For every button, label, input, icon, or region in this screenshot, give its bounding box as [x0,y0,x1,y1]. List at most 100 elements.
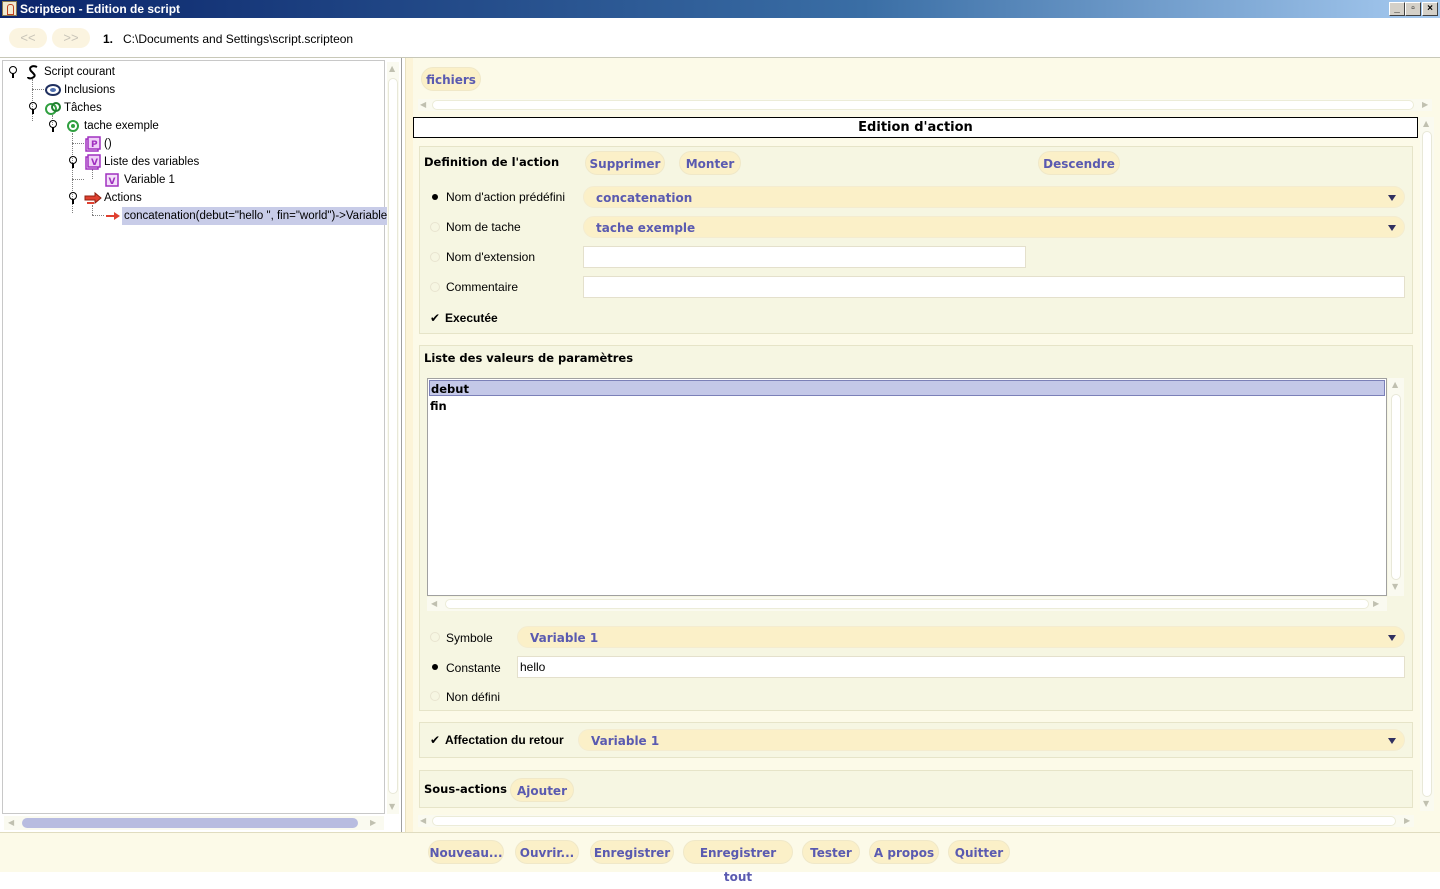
tree-label: Variable 1 [124,174,175,186]
expand-key-icon[interactable] [47,120,58,132]
tree-node-actions[interactable]: Actions [3,189,383,207]
tree-vertical-scrollbar[interactable]: ▲ ▼ [387,62,399,814]
chevron-down-icon [1388,738,1396,744]
action-arrow-icon [105,209,121,225]
predef-action-combo[interactable]: concatenation [583,186,1405,208]
tree-horizontal-scrollbar[interactable]: ◀ ▶ [4,816,384,830]
tree-label: Inclusions [64,84,116,96]
constante-radio[interactable] [430,662,440,672]
tree-node-taches[interactable]: Tâches [3,99,383,117]
list-item[interactable]: debut [429,380,1385,396]
symbole-label: Symbole [446,631,493,645]
enregistrer-tout-button[interactable]: Enregistrer tout [683,840,793,884]
chevron-down-icon [1388,635,1396,641]
params-horizontal-scrollbar[interactable]: ◀ ▶ [427,597,1387,611]
tab-fichiers[interactable]: fichiers [421,67,481,91]
list-item[interactable]: fin [429,398,1385,414]
nouveau-button[interactable]: Nouveau... [428,840,504,864]
history-forward-button[interactable]: >> [52,28,90,48]
splitter[interactable] [405,58,413,832]
close-button[interactable]: × [1422,2,1438,16]
tree-node-variable-1[interactable]: V Variable 1 [3,171,383,189]
extension-input[interactable] [583,246,1026,268]
taches-icon [45,100,61,116]
nondefini-label: Non défini [446,690,501,704]
window-titlebar: Scripteon - Edition de script _ ▫ × [0,0,1440,18]
editor-vertical-scrollbar[interactable]: ▲ ▼ [1420,117,1434,811]
expand-key-icon[interactable] [7,66,18,78]
tree-label: Actions [104,192,142,204]
descendre-button[interactable]: Descendre [1038,151,1120,175]
tree-node-liste-variables[interactable]: V Liste des variables [3,153,383,171]
tree-label: Liste des variables [104,156,200,168]
apropos-button[interactable]: A propos [869,840,939,864]
params-list: debut fin [427,378,1387,596]
tree-node-tache-exemple[interactable]: tache exemple [3,117,383,135]
editor-horizontal-scrollbar[interactable]: ◀ ▶ [418,815,1414,827]
actions-arrows-icon [84,190,102,206]
retour-checkbox[interactable]: ✔ [430,733,440,747]
predef-label: Nom d'action prédéfini [446,190,566,204]
java-app-icon [2,1,17,16]
params-title: Liste des valeurs de paramètres [424,351,634,365]
constante-input[interactable]: hello [517,656,1405,678]
script-tree: Script courant Inclusions Tâches tache e… [2,60,390,814]
combo-value: tache exemple [596,221,696,235]
variable-icon: V [105,173,121,189]
svg-text:V: V [109,177,116,187]
quitter-button[interactable]: Quitter [948,840,1010,864]
script-tree-panel: Script courant Inclusions Tâches tache e… [0,58,402,832]
tree-label: concatenation(debut="hello ", fin="world… [122,207,390,225]
tabs-horizontal-scrollbar[interactable]: ◀ ▶ [418,99,1432,111]
params-vertical-scrollbar[interactable]: ▲ ▼ [1388,378,1404,596]
definition-section [419,146,1413,334]
history-path-link[interactable]: C:\Documents and Settings\script.scripte… [123,32,353,46]
svg-text:V: V [91,158,98,168]
tree-label: () [104,138,112,150]
expand-key-icon[interactable] [67,156,78,168]
combo-value: concatenation [596,191,693,205]
history-index: 1. [103,32,114,46]
maximize-button[interactable]: ▫ [1405,2,1421,16]
edition-action-header: Edition d'action [413,117,1418,138]
expand-key-icon[interactable] [67,192,78,204]
retour-combo[interactable]: Variable 1 [578,729,1405,751]
enregistrer-button[interactable]: Enregistrer [590,840,674,864]
commentaire-radio[interactable] [430,282,440,292]
executee-label: Executée [445,311,498,325]
variables-list-icon: V [85,154,101,170]
extension-radio[interactable] [430,252,440,262]
tache-label: Nom de tache [446,220,521,234]
script-s-icon [25,64,41,80]
predef-radio[interactable] [430,192,440,202]
tree-node-script-courant[interactable]: Script courant [3,63,383,81]
expand-key-icon[interactable] [27,102,38,114]
symbole-combo[interactable]: Variable 1 [517,626,1405,648]
ouvrir-button[interactable]: Ouvrir... [515,840,579,864]
combo-value: Variable 1 [591,734,660,748]
supprimer-button[interactable]: Supprimer [585,151,665,175]
monter-button[interactable]: Monter [679,151,741,175]
nondefini-radio[interactable] [430,691,440,701]
parameters-icon: P [85,136,101,152]
tree-node-parameters[interactable]: P () [3,135,383,153]
ajouter-button[interactable]: Ajouter [510,778,574,802]
svg-text:P: P [91,140,98,150]
tache-radio[interactable] [430,222,440,232]
commentaire-input[interactable] [583,276,1405,298]
tree-node-action-concatenation[interactable]: concatenation(debut="hello ", fin="world… [3,207,390,225]
commentaire-label: Commentaire [446,280,519,294]
retour-label: Affectation du retour [445,733,564,747]
tester-button[interactable]: Tester [802,840,860,864]
history-back-button[interactable]: << [9,28,47,48]
definition-title: Definition de l'action [424,155,560,169]
minimize-button[interactable]: _ [1389,2,1405,16]
tache-combo[interactable]: tache exemple [583,216,1405,238]
tree-node-inclusions[interactable]: Inclusions [3,81,383,99]
tree-label: tache exemple [84,120,159,132]
chevron-down-icon [1388,195,1396,201]
symbole-radio[interactable] [430,632,440,642]
executee-checkbox[interactable]: ✔ [430,311,440,325]
constante-label: Constante [446,661,501,675]
combo-value: Variable 1 [530,631,599,645]
